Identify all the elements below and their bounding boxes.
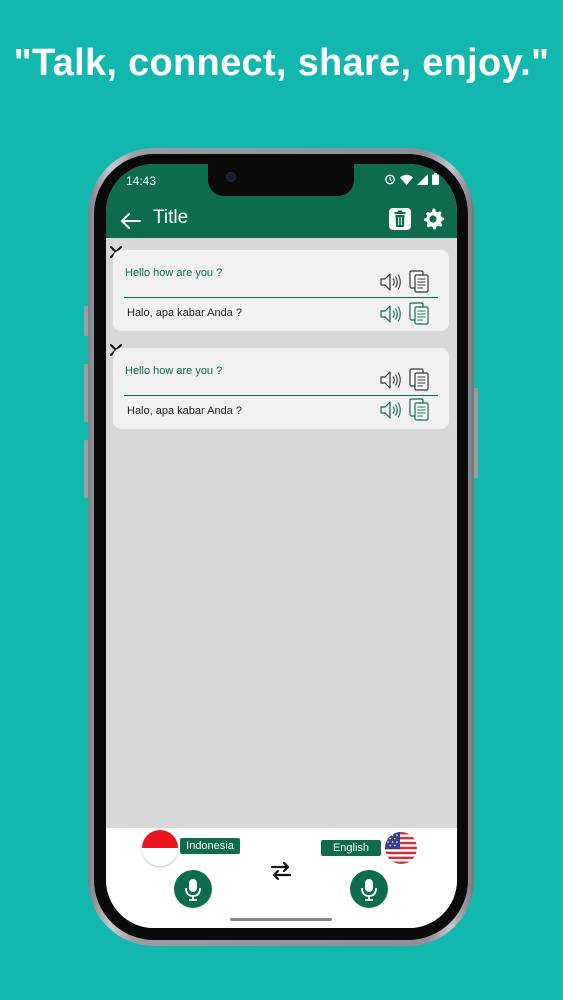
- microphone-icon: [361, 879, 377, 901]
- target-microphone-button[interactable]: [350, 870, 388, 908]
- translated-text: Halo, apa kabar Anda ?: [127, 405, 242, 417]
- source-microphone-button[interactable]: [174, 870, 212, 908]
- microphone-icon: [185, 879, 201, 901]
- card-divider: [124, 297, 438, 298]
- battery-icon: [432, 173, 439, 185]
- translated-text: Halo, apa kabar Anda ?: [127, 307, 242, 319]
- gear-icon[interactable]: [421, 206, 445, 232]
- indonesia-flag-icon[interactable]: [142, 830, 178, 866]
- alarm-icon: [385, 174, 395, 185]
- signal-icon: [417, 173, 428, 185]
- tagline: "Talk, connect, share, enjoy.": [13, 42, 550, 84]
- speaker-icon[interactable]: [378, 398, 402, 422]
- status-time: 14:43: [126, 174, 157, 188]
- bottom-panel: Indonesia English: [106, 828, 457, 928]
- status-bar: 14:43: [106, 164, 457, 208]
- app-bar: Title: [106, 204, 457, 238]
- conversation-card: Hello how are you ? Halo, apa kabar Anda…: [113, 348, 449, 429]
- back-arrow-icon[interactable]: [118, 208, 144, 234]
- phone-screen: 14:43 Title Hello how are you ? Halo, ap…: [106, 164, 457, 928]
- source-text: Hello how are you ?: [125, 267, 223, 279]
- copy-icon[interactable]: [407, 301, 431, 325]
- speaker-icon[interactable]: [378, 270, 402, 294]
- speaker-icon[interactable]: [378, 302, 402, 326]
- home-indicator[interactable]: [230, 918, 332, 921]
- wifi-icon: [400, 174, 413, 185]
- card-divider: [124, 395, 438, 396]
- copy-icon[interactable]: [407, 269, 431, 293]
- speaker-icon[interactable]: [378, 368, 402, 392]
- page-title: Title: [153, 207, 189, 228]
- source-language-button[interactable]: Indonesia: [180, 838, 240, 854]
- swap-icon[interactable]: [270, 861, 292, 881]
- usa-flag-icon[interactable]: [385, 832, 417, 864]
- source-text: Hello how are you ?: [125, 365, 223, 377]
- copy-icon[interactable]: [407, 397, 431, 421]
- status-icons: [384, 173, 439, 185]
- conversation-card: Hello how are you ? Halo, apa kabar Anda…: [113, 250, 449, 331]
- copy-icon[interactable]: [407, 367, 431, 391]
- front-camera: [226, 172, 236, 182]
- trash-icon[interactable]: [388, 207, 412, 231]
- target-language-button[interactable]: English: [321, 840, 381, 856]
